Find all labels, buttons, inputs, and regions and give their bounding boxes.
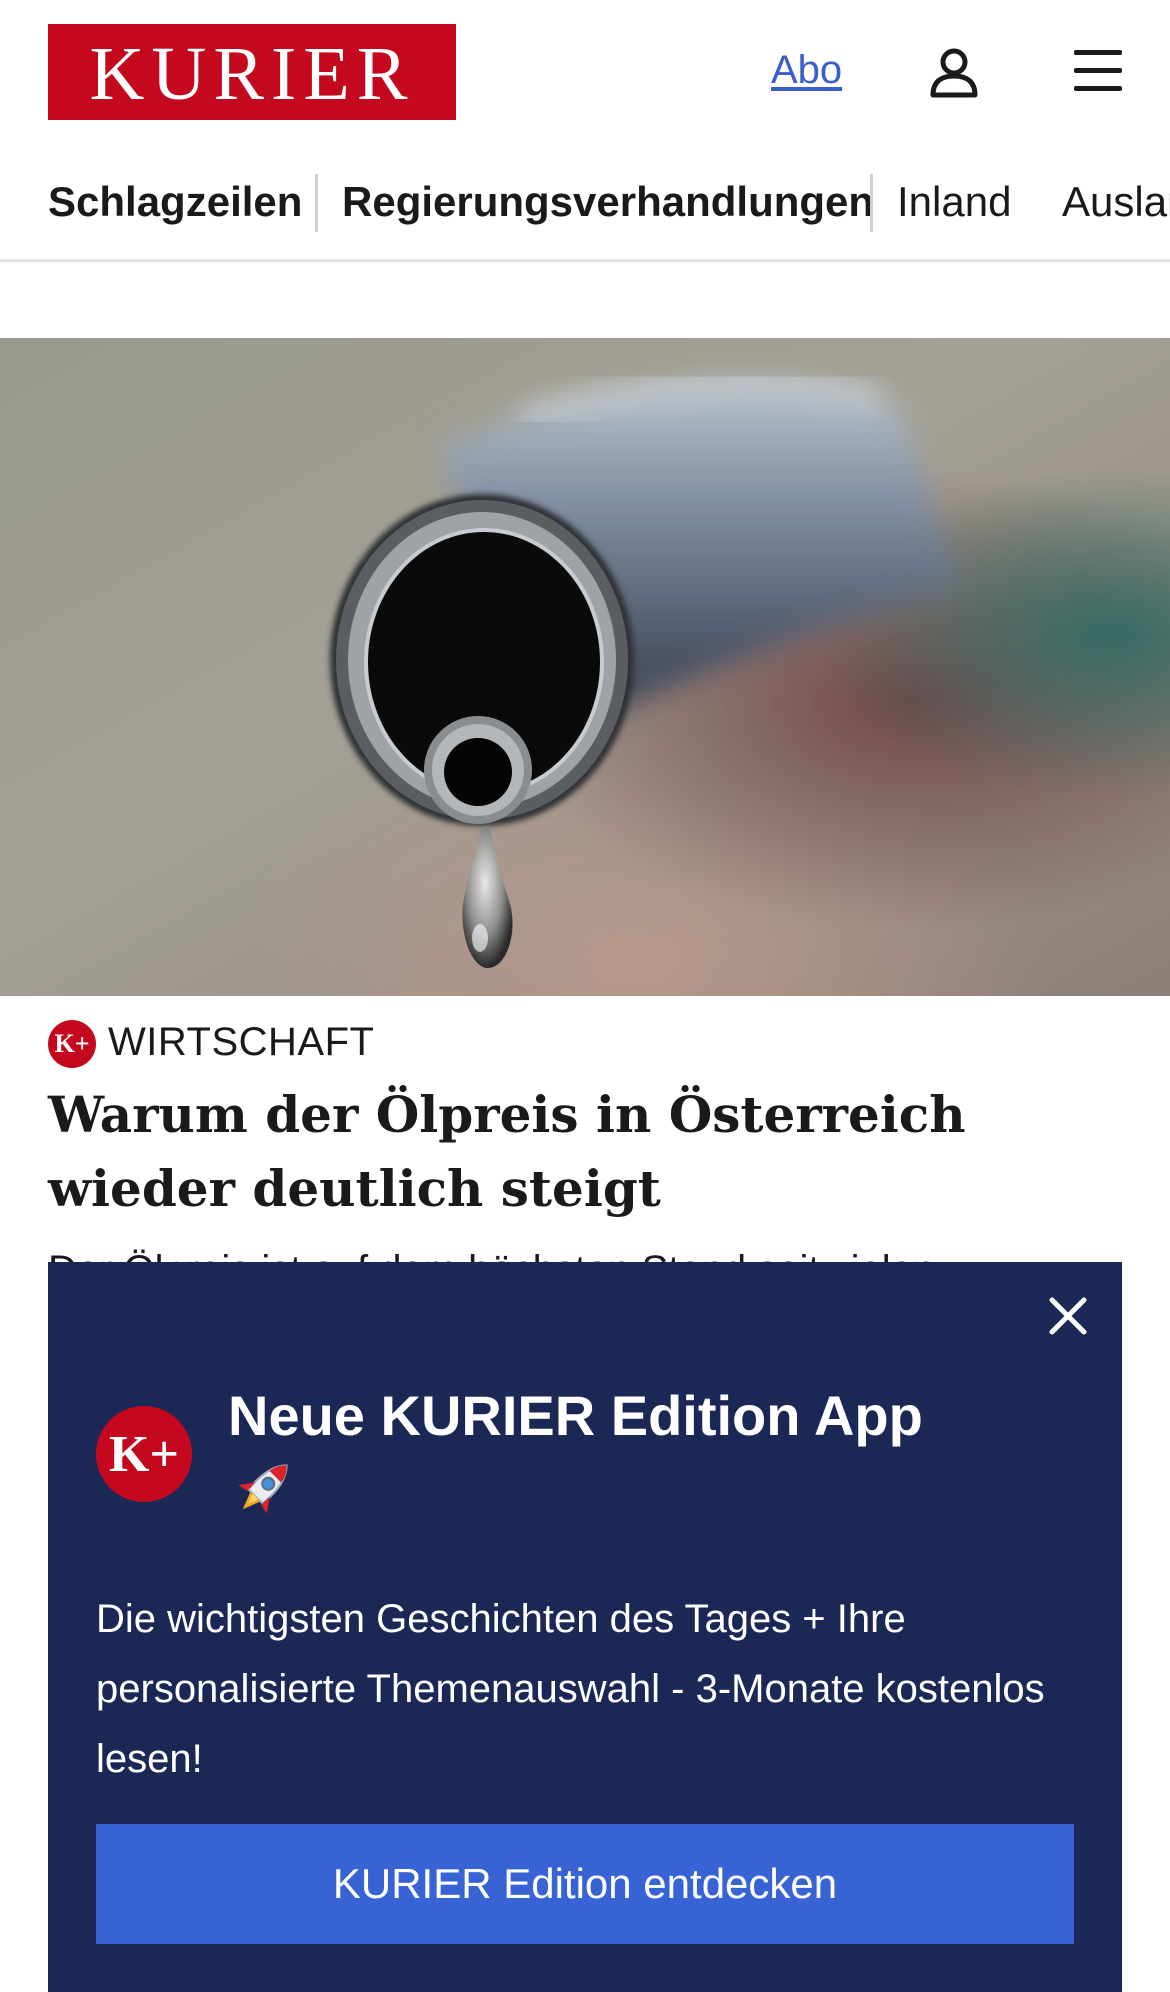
section-nav: Schlagzeilen Regierungsverhandlungen Inl…: [0, 160, 1170, 262]
nav-item-inland[interactable]: Inland: [897, 178, 1011, 226]
popup-title: Neue KURIER Edition App: [228, 1384, 923, 1447]
discover-edition-button[interactable]: KURIER Edition entdecken: [96, 1824, 1074, 1944]
site-header: KURIER Abo: [0, 0, 1170, 146]
article-headline[interactable]: Warum der Ölpreis in Österreich wieder d…: [48, 1078, 1128, 1226]
kplus-badge: K+: [48, 1020, 96, 1068]
kurier-logo[interactable]: KURIER: [48, 24, 456, 120]
nav-item-ausland[interactable]: Ausland: [1062, 178, 1170, 226]
nav-item-schlagzeilen[interactable]: Schlagzeilen: [48, 178, 302, 226]
logo-text: KURIER: [89, 32, 415, 116]
rocket-icon: [228, 1452, 300, 1524]
popup-description: Die wichtigsten Geschichten des Tages + …: [96, 1597, 1045, 1781]
close-icon[interactable]: [1046, 1294, 1090, 1338]
article-hero-image[interactable]: [0, 338, 1170, 996]
abo-link[interactable]: Abo: [771, 48, 842, 93]
hamburger-menu-icon[interactable]: [1072, 48, 1124, 94]
nav-divider: [315, 174, 318, 232]
kplus-app-badge: K+: [96, 1406, 192, 1502]
nav-item-regierungsverhandlungen[interactable]: Regierungsverhandlungen: [342, 178, 874, 226]
user-icon[interactable]: [928, 46, 980, 98]
nav-divider: [870, 174, 873, 232]
article-category[interactable]: WIRTSCHAFT: [108, 1020, 374, 1065]
